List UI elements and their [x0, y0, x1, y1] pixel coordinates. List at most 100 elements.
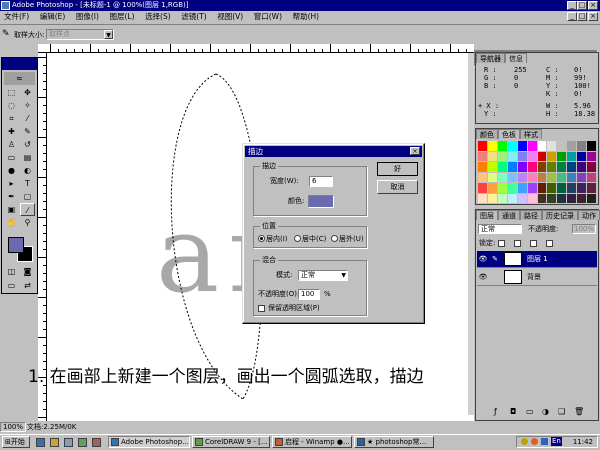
quick-mask-on-icon[interactable]: ◙ — [20, 265, 35, 278]
swatch-cell[interactable] — [517, 141, 527, 151]
swatch-cell[interactable] — [507, 183, 517, 193]
task-coreldraw[interactable]: CorelDRAW 9 - [... — [192, 436, 270, 448]
swatch-cell[interactable] — [547, 172, 557, 182]
maximize-button[interactable]: □ — [577, 1, 587, 10]
channel-icon[interactable] — [78, 438, 87, 447]
swatch-cell[interactable] — [567, 172, 577, 182]
layer-row-1[interactable]: 👁 ✎ 图层 1 — [477, 251, 597, 268]
close-button[interactable]: × — [588, 1, 598, 10]
brush-tool-icon[interactable]: ✎ — [20, 125, 35, 138]
tab-swatches[interactable]: 色板 — [498, 129, 520, 139]
explorer-icon[interactable] — [92, 438, 101, 447]
swatch-cell[interactable] — [517, 151, 527, 161]
blend-mode-select[interactable]: 正常 — [478, 224, 522, 234]
swatch-cell[interactable] — [527, 193, 537, 203]
swatch-cell[interactable] — [478, 151, 487, 161]
swatch-cell[interactable] — [507, 193, 517, 203]
swatch-cell[interactable] — [587, 141, 596, 151]
task-photoshop-tutorial[interactable]: ★ photoshop常... — [354, 436, 434, 448]
menu-edit[interactable]: 编辑(E) — [36, 11, 70, 23]
hand-tool-icon[interactable]: ✋ — [4, 216, 19, 229]
swatch-cell[interactable] — [507, 162, 517, 172]
new-layer-icon[interactable]: ❏ — [558, 407, 565, 416]
healing-brush-icon[interactable]: ✚ — [4, 125, 19, 138]
menu-select[interactable]: 选择(S) — [141, 11, 175, 23]
swatch-cell[interactable] — [527, 141, 537, 151]
swatch-cell[interactable] — [517, 193, 527, 203]
swatch-cell[interactable] — [497, 151, 507, 161]
canvas-vertical-scrollbar[interactable] — [468, 53, 474, 415]
swatch-cell[interactable] — [487, 162, 497, 172]
swatch-cell[interactable] — [487, 151, 497, 161]
swatch-cell[interactable] — [557, 183, 567, 193]
swatch-cell[interactable] — [547, 151, 557, 161]
swatch-cell[interactable] — [537, 183, 547, 193]
swatch-cell[interactable] — [478, 193, 487, 203]
menu-file[interactable]: 文件(F) — [0, 11, 33, 23]
preserve-transparency-checkbox[interactable] — [258, 305, 265, 312]
close-icon[interactable]: × — [410, 147, 420, 155]
swatch-cell[interactable] — [527, 183, 537, 193]
swatch-cell[interactable] — [557, 162, 567, 172]
radio-inside[interactable]: 居内(I) — [258, 235, 288, 244]
task-winamp[interactable]: 启程 - Winamp ●... — [272, 436, 352, 448]
swatch-cell[interactable] — [478, 162, 487, 172]
swatch-cell[interactable] — [547, 183, 557, 193]
swatch-cell[interactable] — [587, 151, 596, 161]
swatch-cell[interactable] — [577, 141, 587, 151]
ok-button[interactable]: 好 — [377, 162, 418, 176]
adjustment-layer-icon[interactable]: ◑ — [542, 407, 549, 416]
notes-tool-icon[interactable]: ▣ — [4, 203, 19, 216]
foreground-color-swatch[interactable] — [8, 237, 24, 253]
tab-navigator[interactable]: 导航器 — [476, 53, 505, 63]
tab-color[interactable]: 颜色 — [476, 129, 498, 139]
marquee-tool-icon[interactable]: ⬚ — [4, 86, 19, 99]
swatch-cell[interactable] — [577, 183, 587, 193]
swatch-cell[interactable] — [557, 172, 567, 182]
shape-tool-icon[interactable]: ▢ — [20, 190, 35, 203]
layer-mask-icon[interactable]: ◘ — [510, 407, 516, 416]
swatch-cell[interactable] — [507, 151, 517, 161]
type-tool-icon[interactable]: T — [20, 177, 35, 190]
photoshop-app-icon[interactable] — [1, 1, 10, 10]
outlook-icon[interactable] — [50, 438, 59, 447]
dialog-title-bar[interactable]: 描边 × — [245, 146, 422, 157]
quick-mask-off-icon[interactable]: ◫ — [4, 265, 19, 278]
swatch-cell[interactable] — [537, 162, 547, 172]
swatch-cell[interactable] — [517, 172, 527, 182]
lock-all-checkbox[interactable] — [546, 240, 553, 247]
swatch-cell[interactable] — [587, 162, 596, 172]
swatch-cell[interactable] — [557, 151, 567, 161]
slice-tool-icon[interactable]: ⁄ — [20, 112, 35, 125]
swatch-cell[interactable] — [527, 172, 537, 182]
lock-position-checkbox[interactable] — [530, 240, 537, 247]
zoom-tool-icon[interactable]: ⚲ — [20, 216, 35, 229]
swatch-cell[interactable] — [577, 162, 587, 172]
crop-tool-icon[interactable]: ⌗ — [4, 112, 19, 125]
tab-history[interactable]: 历史记录 — [542, 210, 578, 220]
swatch-cell[interactable] — [517, 183, 527, 193]
clock[interactable]: 11:42 — [573, 438, 593, 446]
menu-window[interactable]: 窗口(W) — [250, 11, 286, 23]
swatch-cell[interactable] — [487, 193, 497, 203]
swatch-cell[interactable] — [547, 141, 557, 151]
lock-transparency-checkbox[interactable] — [498, 240, 505, 247]
swatch-cell[interactable] — [527, 151, 537, 161]
trash-icon[interactable]: 🗑 — [574, 407, 584, 416]
stroke-color-swatch[interactable] — [308, 195, 334, 208]
swatch-cell[interactable] — [567, 183, 577, 193]
swatch-cell[interactable] — [557, 141, 567, 151]
swatch-cell[interactable] — [497, 141, 507, 151]
lock-image-checkbox[interactable] — [514, 240, 521, 247]
swatch-cell[interactable] — [497, 162, 507, 172]
swatch-cell[interactable] — [487, 183, 497, 193]
path-select-icon[interactable]: ▸ — [4, 177, 19, 190]
tray-network-icon[interactable] — [541, 438, 548, 445]
start-button[interactable]: ⊞开始 — [2, 436, 30, 448]
desktop-icon[interactable] — [64, 438, 73, 447]
swatch-cell[interactable] — [507, 141, 517, 151]
layer-set-icon[interactable]: ▭ — [526, 407, 534, 416]
swatch-cell[interactable] — [577, 151, 587, 161]
eraser-tool-icon[interactable]: ▭ — [4, 151, 19, 164]
eyedropper-tool-icon[interactable]: ⁄ — [20, 203, 35, 216]
